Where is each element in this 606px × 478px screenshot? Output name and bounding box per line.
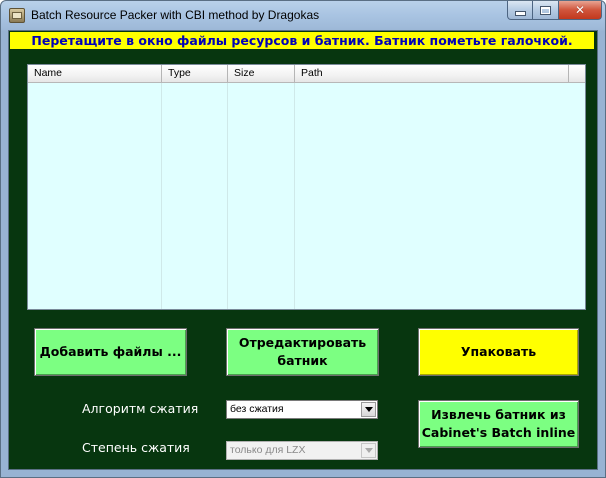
chevron-down-icon: [361, 443, 376, 458]
column-divider: [161, 83, 162, 309]
add-files-button[interactable]: Добавить файлы ...: [34, 328, 187, 376]
chevron-down-icon[interactable]: [361, 402, 376, 417]
minimize-icon: [514, 10, 526, 16]
close-icon: ✕: [574, 3, 586, 17]
file-list[interactable]: Name Type Size Path: [27, 64, 586, 310]
close-button[interactable]: ✕: [559, 1, 602, 20]
edit-batch-button[interactable]: Отредактировать батник: [226, 328, 379, 376]
file-list-body[interactable]: [28, 83, 585, 309]
file-list-header: Name Type Size Path: [28, 65, 585, 83]
column-header-size[interactable]: Size: [228, 65, 295, 82]
client-area: Перетащите в окно файлы ресурсов и батни…: [8, 30, 598, 470]
minimize-button[interactable]: [507, 1, 533, 20]
title-bar[interactable]: Batch Resource Packer with CBI method by…: [1, 1, 605, 29]
compression-algorithm-value: без сжатия: [230, 403, 284, 415]
compression-level-value: только для LZX: [230, 444, 306, 456]
pack-button[interactable]: Упаковать: [418, 328, 579, 376]
app-icon: [9, 8, 25, 23]
maximize-button[interactable]: [533, 1, 559, 20]
compression-level-select: только для LZX: [226, 441, 378, 460]
compression-level-label: Степень сжатия: [82, 440, 190, 455]
compression-algorithm-label: Алгоритм сжатия: [82, 401, 199, 416]
instruction-banner: Перетащите в окно файлы ресурсов и батни…: [10, 32, 594, 49]
compression-algorithm-select[interactable]: без сжатия: [226, 400, 378, 419]
column-header-path[interactable]: Path: [295, 65, 569, 82]
main-window: Batch Resource Packer with CBI method by…: [0, 0, 606, 478]
column-header-name[interactable]: Name: [28, 65, 162, 82]
column-divider: [227, 83, 228, 309]
window-title: Batch Resource Packer with CBI method by…: [31, 8, 320, 22]
maximize-icon: [540, 5, 551, 15]
column-divider: [294, 83, 295, 309]
column-header-type[interactable]: Type: [162, 65, 228, 82]
extract-batch-button[interactable]: Извлечь батник из Cabinet's Batch inline: [418, 400, 579, 448]
